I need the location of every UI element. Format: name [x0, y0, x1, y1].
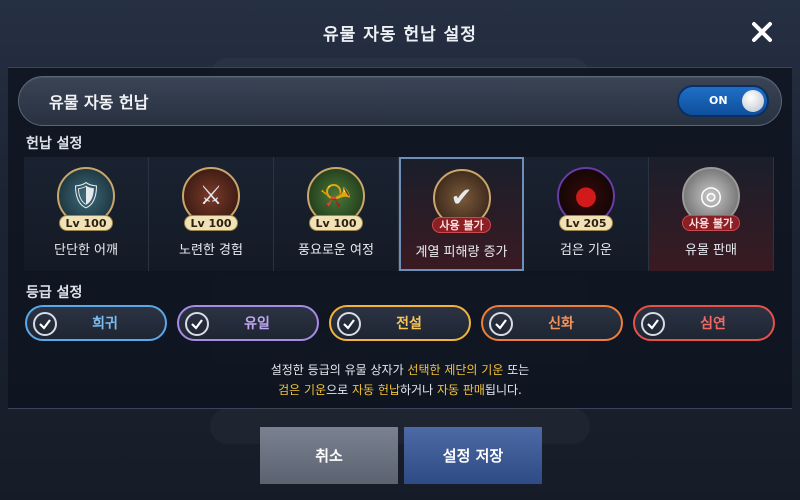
- card-relic-sale[interactable]: ◎ 사용 불가 유물 판매: [649, 157, 774, 271]
- grade-list: 희귀 유일 전설 신화 심연: [25, 305, 775, 343]
- auto-donate-label: 유물 자동 헌납: [49, 93, 149, 112]
- card-label: 검은 기운: [560, 243, 612, 258]
- close-icon: [752, 22, 772, 42]
- cancel-button[interactable]: 취소: [260, 427, 398, 484]
- grade-section-label: 등급 설정: [26, 285, 83, 301]
- card-abundant-journey[interactable]: 📯 Lv 100 풍요로운 여정: [274, 157, 399, 271]
- auto-donate-toggle-row: 유물 자동 헌납 ON: [18, 76, 782, 126]
- check-icon: [337, 312, 361, 336]
- card-element-damage-increase[interactable]: ✔ 사용 불가 계열 피해량 증가: [399, 157, 524, 271]
- card-dark-aura[interactable]: ● Lv 205 검은 기운: [524, 157, 649, 271]
- auto-donate-switch[interactable]: ON: [677, 85, 769, 117]
- donation-card-list: 🛡 Lv 100 단단한 어깨 ⚔ Lv 100 노련한 경험 📯 Lv 100…: [24, 157, 776, 271]
- check-icon: [185, 312, 209, 336]
- dialog-header: 유물 자동 헌납 설정: [0, 0, 800, 64]
- donation-section-label: 헌납 설정: [26, 136, 83, 152]
- level-badge: Lv 100: [58, 215, 114, 231]
- grade-abyss[interactable]: 심연: [633, 305, 775, 341]
- close-button[interactable]: [748, 18, 776, 46]
- grade-legendary[interactable]: 전설: [329, 305, 471, 341]
- card-label: 노련한 경험: [179, 243, 243, 258]
- card-label: 유물 판매: [685, 243, 737, 258]
- card-sturdy-shoulder[interactable]: 🛡 Lv 100 단단한 어깨: [24, 157, 149, 271]
- card-veteran-experience[interactable]: ⚔ Lv 100 노련한 경험: [149, 157, 274, 271]
- unavailable-badge: 사용 불가: [432, 217, 491, 233]
- info-text: 설정한 등급의 유물 상자가 선택한 제단의 기운 또는 검은 기운으로 자동 …: [0, 360, 800, 400]
- level-badge: Lv 100: [308, 215, 364, 231]
- switch-knob: [742, 90, 764, 112]
- check-icon: [489, 312, 513, 336]
- check-icon: [33, 312, 57, 336]
- grade-mythic[interactable]: 신화: [481, 305, 623, 341]
- card-label: 단단한 어깨: [54, 243, 118, 258]
- save-settings-button[interactable]: 설정 저장: [404, 427, 542, 484]
- card-label: 풍요로운 여정: [298, 243, 374, 258]
- level-badge: Lv 100: [183, 215, 239, 231]
- level-badge: Lv 205: [558, 215, 614, 231]
- info-line-1: 설정한 등급의 유물 상자가 선택한 제단의 기운 또는: [270, 363, 530, 377]
- grade-rare[interactable]: 희귀: [25, 305, 167, 341]
- unavailable-badge: 사용 불가: [681, 215, 741, 231]
- check-icon: [641, 312, 665, 336]
- dialog-title: 유물 자동 헌납 설정: [323, 24, 477, 45]
- switch-state-text: ON: [709, 94, 728, 107]
- grade-unique[interactable]: 유일: [177, 305, 319, 341]
- info-line-2: 검은 기운으로 자동 헌납하거나 자동 판매됩니다.: [278, 383, 522, 397]
- card-label: 계열 피해량 증가: [415, 245, 508, 260]
